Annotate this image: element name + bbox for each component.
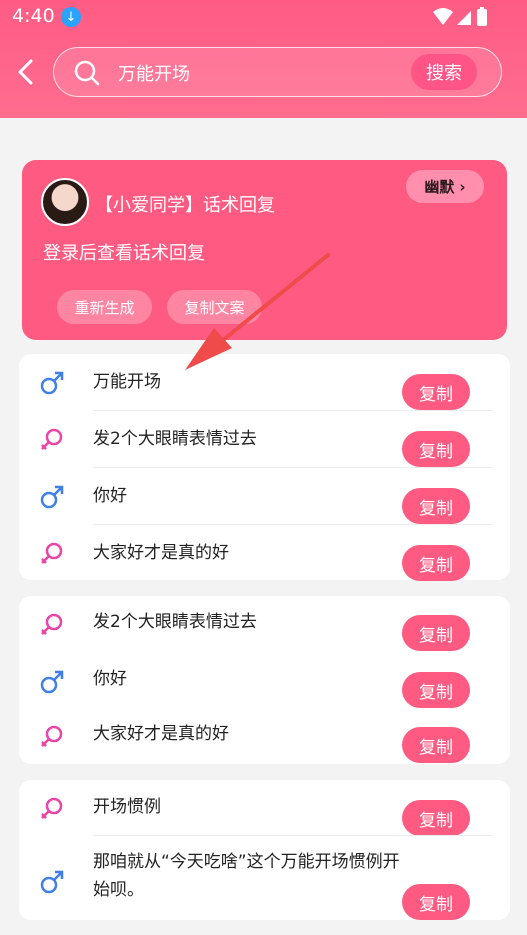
search-button[interactable]: 搜索	[411, 54, 477, 90]
search-icon	[74, 60, 100, 86]
list-item: 你好 复制	[19, 468, 510, 525]
signal-icon	[457, 11, 471, 25]
featured-title: 【小爱同学】话术回复	[95, 195, 275, 216]
male-icon	[40, 485, 64, 509]
wifi-icon	[433, 8, 453, 25]
list-item-text: 大家好才是真的好	[93, 543, 229, 563]
list-item-text: 你好	[93, 486, 127, 506]
download-icon: ↓	[61, 7, 81, 27]
copy-button[interactable]: 复制	[402, 431, 470, 467]
status-icons	[433, 7, 487, 26]
female-icon	[41, 613, 63, 635]
status-time: 4:40	[12, 5, 55, 27]
male-icon	[40, 670, 64, 694]
reply-group-3: 开场惯例 复制 那咱就从“今天吃啥”这个万能开场惯例开始呗。 复制	[19, 780, 510, 920]
featured-reply-card: 【小爱同学】话术回复 幽默 › 登录后查看话术回复 重新生成 复制文案	[22, 160, 507, 340]
list-item-text: 你好	[93, 669, 127, 689]
copy-button[interactable]: 复制	[402, 884, 470, 920]
copy-button[interactable]: 复制	[402, 374, 470, 410]
copy-button[interactable]: 复制	[402, 545, 470, 581]
list-item-text: 发2个大眼睛表情过去	[93, 612, 257, 632]
copy-button[interactable]: 复制	[402, 672, 470, 708]
back-arrow-icon[interactable]	[14, 58, 38, 86]
search-input[interactable]: 万能开场	[118, 60, 190, 86]
list-item-text: 发2个大眼睛表情过去	[93, 429, 257, 449]
reply-group-2: 发2个大眼睛表情过去 复制 你好 复制 大家好才是真的好 复制	[19, 596, 510, 764]
list-item: 万能开场 复制	[19, 354, 510, 411]
list-item: 大家好才是真的好 复制	[19, 710, 510, 764]
list-item-text: 万能开场	[93, 372, 161, 392]
list-item: 大家好才是真的好 复制	[19, 525, 510, 581]
list-item-text: 开场惯例	[93, 797, 161, 817]
list-item: 开场惯例 复制	[19, 780, 510, 836]
style-tag-button[interactable]: 幽默 ›	[406, 170, 484, 203]
male-icon	[40, 371, 64, 395]
copy-text-button[interactable]: 复制文案	[167, 290, 262, 324]
copy-button[interactable]: 复制	[402, 488, 470, 524]
list-item-text: 大家好才是真的好	[93, 724, 229, 744]
list-item: 那咱就从“今天吃啥”这个万能开场惯例开始呗。 复制	[19, 836, 510, 920]
female-icon	[41, 542, 63, 564]
featured-description: 登录后查看话术回复	[43, 243, 205, 264]
list-item: 发2个大眼睛表情过去 复制	[19, 411, 510, 468]
list-item: 你好 复制	[19, 653, 510, 710]
copy-button[interactable]: 复制	[402, 727, 470, 763]
style-tag-label: 幽默	[424, 178, 455, 196]
regenerate-button[interactable]: 重新生成	[57, 290, 152, 324]
female-icon	[41, 428, 63, 450]
reply-group-1: 万能开场 复制 发2个大眼睛表情过去 复制 你好 复制 大家好才是真的好 复制	[19, 354, 510, 581]
battery-icon	[477, 9, 487, 26]
male-icon	[40, 870, 64, 894]
list-item-text: 那咱就从“今天吃啥”这个万能开场惯例开始呗。	[93, 852, 400, 900]
avatar	[41, 178, 89, 226]
copy-button[interactable]: 复制	[402, 800, 470, 836]
chevron-right-icon: ›	[459, 177, 466, 196]
female-icon	[41, 725, 63, 747]
list-item: 发2个大眼睛表情过去 复制	[19, 596, 510, 653]
female-icon	[41, 797, 63, 819]
app-header: 4:40 ↓ 万能开场 搜索	[0, 0, 527, 118]
search-bar[interactable]: 万能开场 搜索	[53, 47, 502, 97]
copy-button[interactable]: 复制	[402, 615, 470, 651]
status-bar: 4:40 ↓	[0, 0, 527, 34]
